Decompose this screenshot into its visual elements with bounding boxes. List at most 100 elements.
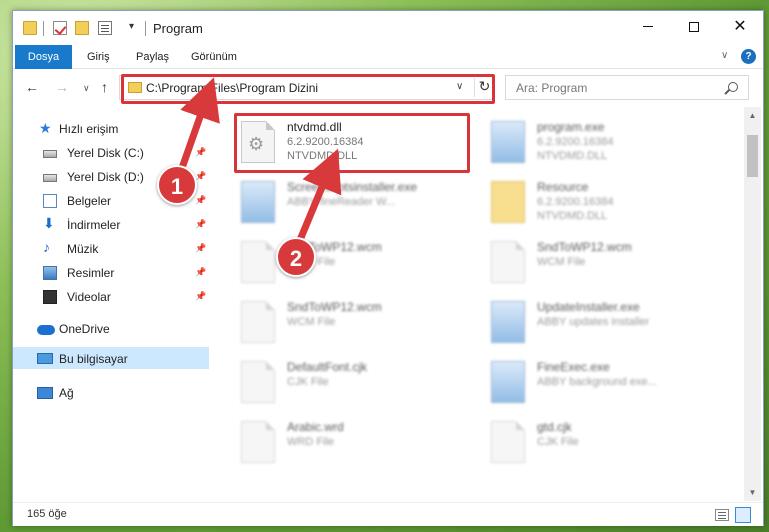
- sidebar-item-label: Hızlı erişim: [59, 122, 119, 136]
- sidebar-item-this-pc[interactable]: Bu bilgisayar: [13, 347, 209, 369]
- file-item[interactable]: Arabic.wrd WRD File: [223, 411, 463, 471]
- sidebar-item-label: Videolar: [67, 290, 111, 304]
- details-view-icon[interactable]: [715, 509, 729, 521]
- file-name: UpdateInstaller.exe: [537, 300, 640, 314]
- exe-icon: [491, 121, 525, 163]
- file-item[interactable]: DefaultFont.cjk CJK File: [223, 351, 463, 411]
- title-bar: ▾ Program ✕: [13, 11, 763, 45]
- close-button[interactable]: ✕: [717, 11, 763, 43]
- file-name: SndToWP12.wcm: [537, 240, 632, 254]
- expand-ribbon-icon[interactable]: ∨: [721, 50, 728, 61]
- customize-icon[interactable]: [98, 21, 112, 35]
- file-item[interactable]: SndToWP12.wcm WCM File: [473, 231, 713, 291]
- exe-icon: [241, 181, 275, 223]
- sidebar-item-label: Yerel Disk (D:): [67, 170, 144, 184]
- item-count: 165 öğe: [27, 508, 67, 520]
- file-description: NTVDMD.DLL: [537, 210, 608, 222]
- sidebar-item-label: Ağ: [59, 386, 74, 400]
- file-version: 6.2.9200.16384: [537, 136, 614, 148]
- file-highlight-box: [234, 113, 470, 173]
- file-item[interactable]: FineExec.exe ABBY background exe...: [473, 351, 713, 411]
- back-button[interactable]: ←: [25, 79, 39, 95]
- sidebar-item-local-disk-c[interactable]: Yerel Disk (C:) 📌: [13, 141, 209, 165]
- file-name: SndToWP12.wcm: [287, 300, 382, 314]
- sidebar-item-videos[interactable]: Videolar 📌: [13, 285, 209, 309]
- file-item[interactable]: gtd.cjk CJK File: [473, 411, 713, 471]
- sidebar-item-network[interactable]: Ağ: [13, 381, 209, 405]
- help-icon[interactable]: ?: [741, 49, 756, 64]
- scroll-thumb[interactable]: [747, 135, 758, 177]
- minimize-button[interactable]: [625, 11, 671, 43]
- tab-gorunum[interactable]: Görünüm: [179, 45, 249, 69]
- up-button[interactable]: ↑: [101, 79, 108, 95]
- file-item[interactable]: SndToWP12.wcm WCM File: [223, 291, 463, 351]
- file-item[interactable]: UpdateInstaller.exe ABBY updates install…: [473, 291, 713, 351]
- videos-icon: [43, 290, 57, 304]
- exe-icon: [491, 361, 525, 403]
- file-item[interactable]: Resource 6.2.9200.16384 NTVDMD.DLL: [473, 171, 713, 231]
- file-icon: [241, 361, 275, 403]
- pin-icon[interactable]: 📌: [195, 243, 206, 253]
- properties-icon[interactable]: [53, 21, 67, 35]
- vertical-scrollbar[interactable]: ▲ ▼: [744, 107, 761, 501]
- file-version: 6.2.9200.16384: [537, 196, 614, 208]
- file-item[interactable]: program.exe 6.2.9200.16384 NTVDMD.DLL: [473, 111, 713, 171]
- file-item[interactable]: Screenshotsinstaller.exe ABBY fineReader…: [223, 171, 463, 231]
- sidebar-item-pictures[interactable]: Resimler 📌: [13, 261, 209, 285]
- divider: [43, 21, 44, 36]
- ribbon-tabs: Dosya Giriş Paylaş Görünüm ∨ ?: [13, 45, 763, 69]
- tiles-view-icon[interactable]: [735, 507, 751, 523]
- drive-icon: [43, 150, 57, 158]
- file-type: ABBY background exe...: [537, 376, 657, 388]
- file-name: FineExec.exe: [537, 360, 610, 374]
- folder-icon: [491, 181, 525, 223]
- star-icon: ★: [39, 120, 52, 136]
- scroll-down-icon[interactable]: ▼: [744, 484, 761, 501]
- computer-icon: [37, 353, 53, 364]
- sidebar-item-onedrive[interactable]: OneDrive: [13, 317, 209, 341]
- pictures-icon: [43, 266, 57, 280]
- maximize-icon: [689, 21, 699, 32]
- pin-icon[interactable]: 📌: [195, 147, 206, 157]
- tab-giris[interactable]: Giriş: [75, 45, 122, 69]
- pin-icon[interactable]: 📌: [195, 219, 206, 229]
- new-folder-icon[interactable]: [75, 21, 89, 35]
- sidebar-item-quick-access[interactable]: ★ Hızlı erişim: [13, 117, 209, 141]
- file-type: ABBY updates installer: [537, 316, 650, 328]
- search-placeholder: Ara: Program: [516, 81, 588, 95]
- minimize-icon: [643, 26, 653, 28]
- sidebar-item-label: Bu bilgisayar: [59, 352, 128, 366]
- file-icon: [241, 301, 275, 343]
- file-type: WRD File: [287, 436, 335, 448]
- download-icon: ⬇: [43, 215, 55, 231]
- status-bar: 165 öğe: [13, 502, 763, 526]
- sidebar-item-label: OneDrive: [59, 322, 110, 336]
- close-icon: ✕: [733, 18, 747, 35]
- pin-icon[interactable]: 📌: [195, 195, 206, 205]
- recent-locations-icon[interactable]: ∨: [83, 83, 90, 94]
- sidebar-item-label: Resimler: [67, 266, 115, 280]
- file-name: gtd.cjk: [537, 420, 572, 434]
- scroll-up-icon[interactable]: ▲: [744, 107, 761, 124]
- sidebar-item-music[interactable]: ♪ Müzik 📌: [13, 237, 209, 261]
- pin-icon[interactable]: 📌: [195, 291, 206, 301]
- sidebar-item-downloads[interactable]: ⬇ İndirmeler 📌: [13, 213, 209, 237]
- quick-access-dropdown-icon[interactable]: ▾: [129, 21, 134, 32]
- pin-icon[interactable]: 📌: [195, 267, 206, 277]
- file-item[interactable]: SndToWP12.wcm WCM File: [223, 231, 463, 291]
- file-icon: [491, 241, 525, 283]
- file-type: CJK File: [287, 376, 329, 388]
- file-icon: [241, 421, 275, 463]
- cloud-icon: [37, 325, 55, 335]
- search-icon[interactable]: [728, 82, 738, 92]
- forward-button[interactable]: →: [55, 79, 69, 95]
- sidebar-item-label: Yerel Disk (C:): [67, 146, 144, 160]
- search-input[interactable]: Ara: Program: [505, 75, 749, 100]
- tab-dosya[interactable]: Dosya: [15, 45, 72, 69]
- file-icon: [491, 421, 525, 463]
- network-icon: [37, 387, 53, 399]
- file-name: DefaultFont.cjk: [287, 360, 368, 374]
- tab-paylas[interactable]: Paylaş: [124, 45, 181, 69]
- maximize-button[interactable]: [671, 11, 717, 43]
- address-highlight-box: [121, 74, 495, 104]
